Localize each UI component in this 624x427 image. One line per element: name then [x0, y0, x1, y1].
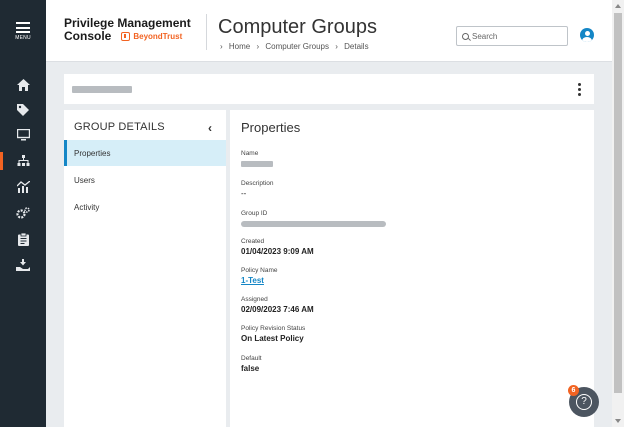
field-value: 01/04/2023 9:09 AM [241, 247, 314, 256]
page-scrollbar[interactable] [612, 0, 624, 427]
collapse-chevron-icon[interactable]: ‹ [208, 121, 212, 135]
brand[interactable]: Privilege Management Console BeyondTrust [64, 17, 191, 43]
search-box[interactable] [456, 26, 568, 46]
question-icon: ? [576, 394, 592, 410]
field-value: -- [241, 189, 247, 198]
field-policy-revision-status: Policy Revision Status On Latest Policy [241, 325, 305, 343]
group-details-item-label: Users [74, 175, 95, 185]
field-name: Name [241, 150, 273, 167]
page-header: Privilege Management Console BeyondTrust… [46, 0, 612, 62]
field-label: Name [241, 150, 259, 157]
nav-rail: MENU [0, 0, 46, 427]
hand-download-icon [16, 259, 30, 271]
gears-icon [16, 207, 30, 219]
analytics-icon [16, 181, 30, 193]
nav-tags[interactable] [0, 99, 46, 121]
group-details-item-label: Properties [74, 148, 111, 158]
field-default: Default false [241, 355, 262, 373]
field-value: false [241, 364, 260, 373]
field-label: Policy Revision Status [241, 325, 306, 332]
breadcrumb-computer-groups[interactable]: Computer Groups [265, 42, 329, 51]
nav-computer-groups[interactable] [0, 150, 46, 172]
header-divider [206, 14, 207, 50]
page-title: Computer Groups [218, 16, 377, 38]
field-created: Created 01/04/2023 9:09 AM [241, 238, 314, 256]
field-assigned: Assigned 02/09/2023 7:46 AM [241, 296, 314, 314]
nav-reports[interactable] [0, 228, 46, 250]
nav-home[interactable] [0, 74, 46, 96]
menu-button[interactable]: MENU [0, 22, 46, 41]
field-value: On Latest Policy [241, 334, 304, 343]
field-value: 02/09/2023 7:46 AM [241, 305, 314, 314]
breadcrumb-separator: › [220, 42, 223, 51]
group-details-title: GROUP DETAILS [74, 121, 165, 133]
redacted-group-name [72, 86, 132, 93]
field-label: Default [241, 355, 262, 362]
beyondtrust-logo: BeyondTrust [121, 30, 182, 43]
menu-label: MENU [15, 35, 31, 41]
scroll-up-icon[interactable] [615, 4, 621, 8]
breadcrumb-home[interactable]: Home [229, 42, 250, 51]
policy-name-link[interactable]: 1-Test [241, 276, 277, 285]
breadcrumb: › Home › Computer Groups › Details [220, 42, 373, 51]
monitor-icon [16, 129, 30, 141]
hamburger-icon [16, 22, 30, 33]
tag-icon [17, 104, 29, 116]
search-icon [462, 32, 469, 40]
field-policy-name: Policy Name 1-Test [241, 267, 277, 285]
home-icon [16, 79, 30, 91]
more-options-icon[interactable] [578, 83, 582, 97]
breadcrumb-separator: › [335, 42, 338, 51]
group-details-users[interactable]: Users [64, 167, 226, 193]
redacted-group-id-value [241, 221, 386, 227]
field-group-id: Group ID [241, 210, 386, 227]
clipboard-icon [17, 232, 29, 246]
breadcrumb-details: Details [344, 42, 369, 51]
field-description: Description -- [241, 180, 274, 198]
field-label: Description [241, 180, 274, 187]
group-details-activity[interactable]: Activity [64, 194, 226, 220]
properties-title: Properties [241, 120, 301, 135]
nav-deployment[interactable] [0, 254, 46, 276]
logo-text: BeyondTrust [133, 32, 183, 41]
field-label: Policy Name [241, 267, 278, 274]
redacted-name-value [241, 161, 273, 167]
help-badge: 6 [568, 385, 579, 396]
logo-icon [121, 32, 131, 41]
group-details-item-label: Activity [74, 202, 100, 212]
field-label: Group ID [241, 210, 268, 217]
group-name-bar [64, 74, 594, 104]
nav-analytics[interactable] [0, 176, 46, 198]
group-details-properties[interactable]: Properties [64, 140, 226, 166]
nav-computers[interactable] [0, 124, 46, 146]
scroll-thumb[interactable] [614, 13, 622, 393]
nav-configuration[interactable] [0, 202, 46, 224]
search-input[interactable] [472, 31, 557, 41]
sitemap-icon [17, 155, 29, 166]
user-account-icon[interactable] [580, 28, 594, 42]
group-details-panel: GROUP DETAILS ‹ Properties Users Activit… [64, 110, 226, 427]
field-label: Assigned [241, 296, 268, 303]
scroll-down-icon[interactable] [615, 419, 621, 423]
breadcrumb-separator: › [256, 42, 260, 51]
field-label: Created [241, 238, 265, 245]
properties-panel: Properties Name Description -- Group ID … [230, 110, 594, 427]
brand-subtitle: Console [64, 29, 112, 43]
